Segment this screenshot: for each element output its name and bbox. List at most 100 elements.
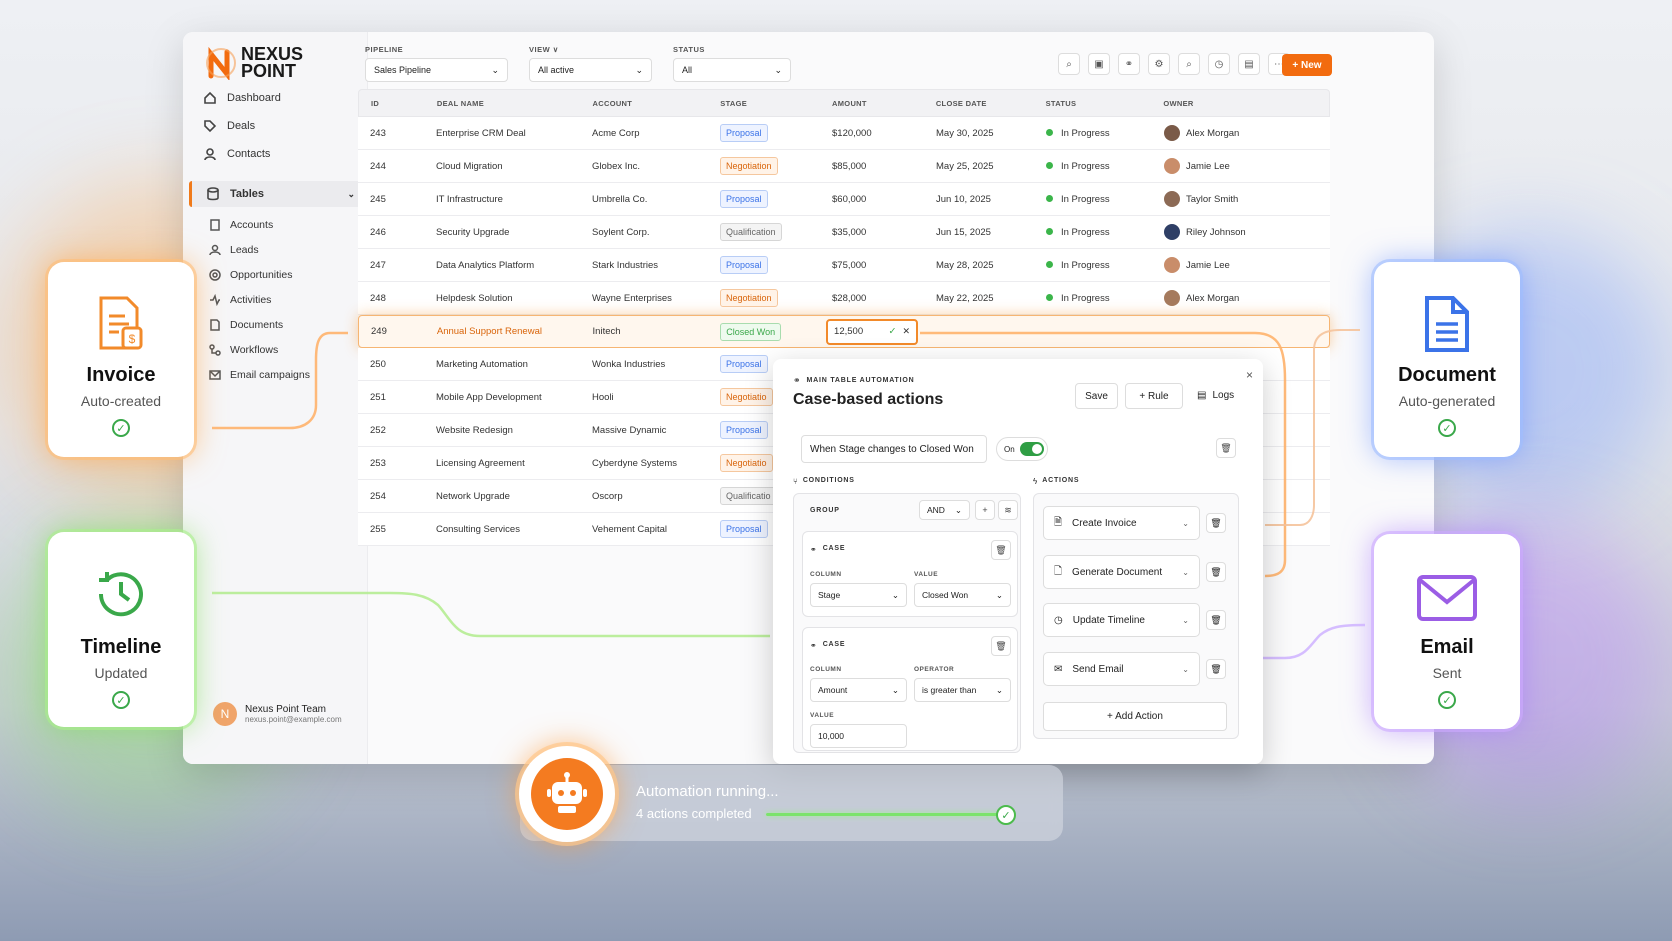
table-row[interactable]: 247 Data Analytics Platform Stark Industri… [358, 249, 1330, 282]
cell-account: Wayne Enterprises [592, 292, 672, 304]
brand-logo: NEXUS POINT [205, 45, 303, 81]
status-select[interactable]: All ⌄ [673, 58, 791, 82]
calendar-icon[interactable]: ▤ [1238, 53, 1260, 75]
sidebar-item-opportunities[interactable]: Opportunities [209, 269, 292, 281]
delete-trigger-icon[interactable]: 🗑 [1216, 438, 1236, 458]
col-header-status[interactable]: STATUS [1032, 99, 1150, 108]
clock-icon[interactable]: ◷ [1208, 53, 1230, 75]
search-icon[interactable]: ⌕ [1058, 53, 1080, 75]
case1-value-select[interactable]: Closed Won ⌄ [914, 583, 1011, 607]
user-name: Nexus Point Team [245, 704, 326, 715]
action-update-timeline[interactable]: ◷ Update Timeline ⌄ [1043, 603, 1200, 637]
sidebar-item-leads[interactable]: Leads [209, 244, 259, 256]
table-row[interactable]: 246 Security Upgrade Soylent Corp. Qualific… [358, 216, 1330, 249]
close-icon[interactable]: × [1246, 368, 1253, 382]
sidebar-label: Accounts [230, 219, 274, 231]
add-condition-icon[interactable]: + [975, 500, 995, 520]
action-send-email[interactable]: ✉ Send Email ⌄ [1043, 652, 1200, 686]
user-menu[interactable]: N Nexus Point Team nexus.point@example.com [213, 702, 342, 726]
confirm-icon[interactable]: ✓ [889, 326, 897, 337]
table-row[interactable]: 243 Enterprise CRM Deal Acme Corp Proposal $… [358, 117, 1330, 150]
sidebar-item-workflows[interactable]: Workflows [209, 344, 278, 356]
cell-deal-name: Network Upgrade [436, 490, 510, 502]
cancel-icon[interactable]: ✕ [903, 326, 911, 337]
delete-case-icon[interactable]: 🗑 [991, 540, 1011, 560]
view-select[interactable]: All active ⌄ [529, 58, 652, 82]
brand-line2: POINT [241, 61, 297, 81]
delete-action-icon[interactable]: 🗑 [1206, 659, 1226, 679]
layers-icon[interactable]: ≋ [998, 500, 1018, 520]
timeline-card: Timeline Updated ✓ [48, 532, 194, 727]
sidebar-item-deals[interactable]: Deals [183, 113, 368, 139]
avatar [1164, 125, 1180, 141]
case1-column-select[interactable]: Stage ⌄ [810, 583, 907, 607]
workflow-icon [209, 344, 221, 356]
action-label: Create Invoice [1072, 517, 1137, 529]
avatar: N [213, 702, 237, 726]
col-header-deal-name[interactable]: DEAL NAME [423, 99, 579, 108]
action-generate-document[interactable]: 🗋 Generate Document ⌄ [1043, 555, 1200, 589]
cell-id: 247 [370, 259, 386, 271]
group-operator-select[interactable]: AND ⌄ [919, 500, 970, 520]
timeline-title: Timeline [80, 636, 162, 658]
add-action-button[interactable]: + Add Action [1043, 702, 1227, 731]
col-header-id[interactable]: ID [359, 99, 423, 108]
operator-label: OPERATOR [914, 666, 955, 673]
trigger-toggle[interactable]: On [996, 437, 1048, 461]
value-label: VALUE [914, 571, 939, 578]
filter-icon[interactable]: ▣ [1088, 53, 1110, 75]
case2-value-input[interactable]: 10,000 [810, 724, 907, 748]
case2-column-select[interactable]: Amount ⌄ [810, 678, 907, 702]
col-header-amount[interactable]: AMOUNT [818, 99, 922, 108]
sidebar-item-email-campaigns[interactable]: Email campaigns [209, 369, 310, 381]
pipeline-select[interactable]: Sales Pipeline ⌄ [365, 58, 508, 82]
sidebar-item-dashboard[interactable]: Dashboard [183, 85, 368, 111]
table-row[interactable]: 244 Cloud Migration Globex Inc. Negotiation… [358, 150, 1330, 183]
zoom-icon[interactable]: ⌕ [1178, 53, 1200, 75]
col-header-owner[interactable]: OWNER [1149, 99, 1329, 108]
col-header-account[interactable]: ACCOUNT [579, 99, 707, 108]
sidebar-item-accounts[interactable]: Accounts [209, 219, 273, 231]
status-text: In Progress [1061, 292, 1110, 304]
actions-heading: ϟ ACTIONS [1033, 477, 1079, 486]
select-value: Amount [818, 685, 848, 695]
cell-id: 248 [370, 292, 386, 304]
chevron-down-icon: ⌄ [1182, 615, 1189, 625]
amount-edit-input[interactable]: 12,500 ✓ ✕ [826, 318, 919, 345]
toolbar-icons: ⌕ ▣ ⚭ ⚙ ⌕ ◷ ▤ ⋯ [1058, 53, 1290, 75]
table-row[interactable]: 245 IT Infrastructure Umbrella Co. Proposal… [358, 183, 1330, 216]
sidebar-item-contacts[interactable]: Contacts [183, 141, 368, 167]
action-create-invoice[interactable]: 🗎 Create Invoice ⌄ [1043, 506, 1200, 540]
group-icon[interactable]: ⚭ [1118, 53, 1140, 75]
branch-icon: ⑂ [793, 477, 798, 486]
logs-button[interactable]: ▤ Logs [1197, 390, 1234, 401]
delete-action-icon[interactable]: 🗑 [1206, 513, 1226, 533]
sidebar-item-documents[interactable]: Documents [209, 319, 283, 331]
cell-id: 250 [370, 358, 386, 370]
status-filter: STATUS All ⌄ [673, 45, 791, 82]
owner-name: Taylor Smith [1186, 193, 1239, 205]
svg-text:$: $ [129, 332, 136, 346]
sidebar-label: Deals [227, 120, 256, 132]
stage-badge: Proposal [720, 355, 768, 373]
add-rule-button[interactable]: + Rule [1125, 383, 1183, 409]
sidebar-item-tables[interactable]: Tables ⌄ [189, 181, 363, 207]
save-button[interactable]: Save [1075, 383, 1118, 409]
cell-status: In Progress [1032, 194, 1150, 205]
delete-case-icon[interactable]: 🗑 [991, 636, 1011, 656]
cell-deal-name: Helpdesk Solution [436, 292, 513, 304]
sidebar-item-activities[interactable]: Activities [209, 294, 271, 306]
cell-deal-name: Data Analytics Platform [436, 259, 535, 271]
delete-action-icon[interactable]: 🗑 [1206, 562, 1226, 582]
col-header-stage[interactable]: STAGE [706, 99, 818, 108]
delete-action-icon[interactable]: 🗑 [1206, 610, 1226, 630]
action-label: Update Timeline [1072, 614, 1145, 626]
case2-operator-select[interactable]: is greater than ⌄ [914, 678, 1011, 702]
col-header-close-date[interactable]: CLOSE DATE [922, 99, 1032, 108]
table-row[interactable]: 248 Helpdesk Solution Wayne Enterprises Neg… [358, 282, 1330, 315]
sidebar-label: Activities [230, 294, 272, 306]
new-button[interactable]: + New [1282, 54, 1332, 76]
table-row[interactable]: 249 Annual Support Renewal Initech Closed W… [358, 315, 1330, 348]
settings-icon[interactable]: ⚙ [1148, 53, 1170, 75]
trigger-field[interactable]: When Stage changes to Closed Won [801, 435, 987, 463]
